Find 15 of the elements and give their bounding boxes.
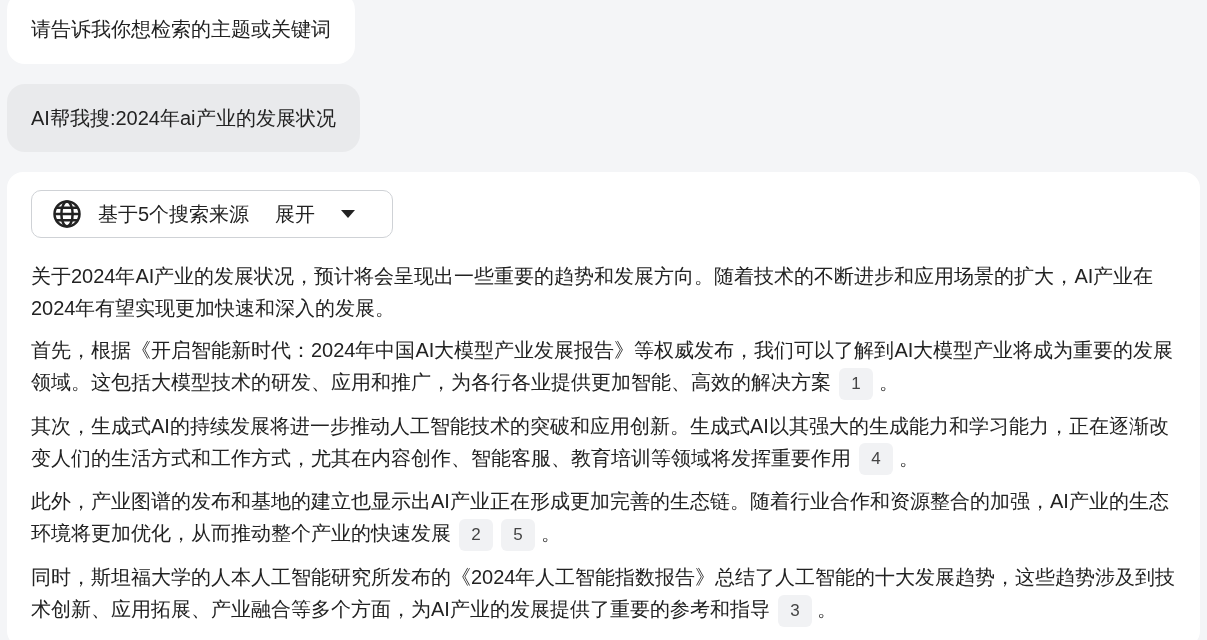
paragraph: 关于2024年AI产业的发展状况，预计将会呈现出一些重要的趋势和发展方向。随着技术的不断进步和应用场景的扩大，AI产业在2024年有望实现更加快速和深入的发展。 <box>31 264 1155 321</box>
paragraph: 同时，斯坦福大学的人本人工智能研究所发布的《2024年人工智能指数报告》总结了人工智能的十大发展趋势，这些趋势涉及到技术创新、应用拓展、产业融合等多个方面，为AI产业的发展提供了重要的参考和指导 3 。 <box>31 561 1176 627</box>
paragraph: 此外，产业图谱的发布和基地的建立也显示出AI产业正在形成更加完善的生态链。随着行业合作和资源整合的加强，AI产业的生态环境将更加优化，从而推动整个产业的快速发展 2 5 。 <box>31 485 1176 552</box>
citation-link[interactable]: 4 <box>859 443 893 476</box>
sources-button[interactable]: 基于5个搜索来源 展开 <box>31 190 393 238</box>
citation-link[interactable]: 3 <box>777 594 812 627</box>
user-message: AI帮我搜:2024年ai产业的发展状况 <box>7 84 360 152</box>
paragraph: 首先，根据《开启智能新时代：2024年中国AI大模型产业发展报告》等权威发布，我们可以了解到AI大模型产业将成为重要的发展领域。这包括大模型技术的研发、应用和推广，为各行各业提供更加智能、高效的解决方案 1 。 <box>31 334 1176 400</box>
caret-icon <box>341 210 356 218</box>
citation-link[interactable]: 5 <box>501 519 535 552</box>
globe-icon <box>52 199 82 229</box>
citation-link[interactable]: 1 <box>839 367 873 400</box>
citation-link[interactable]: 2 <box>459 519 493 552</box>
assistant-message: 请告诉我你想检索的主题或关键词 <box>7 0 355 64</box>
paragraph: 其次，生成式AI的持续发展将进一步推动人工智能技术的突破和应用创新。生成式AI以其强大的生成能力和学习能力，正在逐渐改变人们的生活方式和工作方式，尤其在内容创作、智能客服、教育培训等领域将发挥重要作用 4 。 <box>31 409 1176 476</box>
